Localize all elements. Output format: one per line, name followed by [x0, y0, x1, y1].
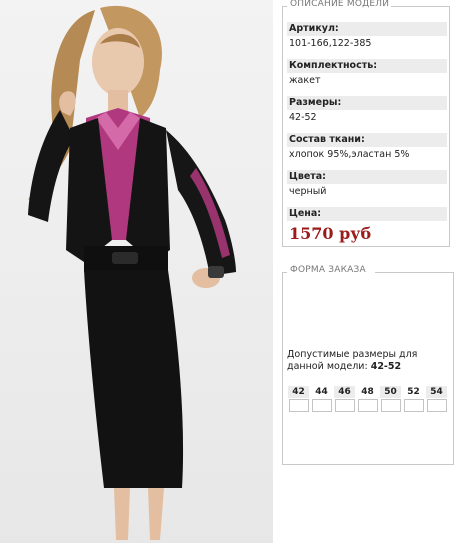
size-option-52: 52: [403, 386, 424, 412]
description-legend: ОПИСАНИЕ МОДЕЛИ: [288, 0, 392, 9]
size-quantity-input[interactable]: [288, 399, 309, 412]
field-sizes: Размеры: 42-52: [287, 96, 447, 126]
size-quantity-input[interactable]: [380, 399, 401, 412]
size-quantity-input[interactable]: [334, 399, 355, 412]
panel-border-top: [375, 272, 453, 273]
size-quantity-input[interactable]: [403, 399, 424, 412]
product-photo: [0, 0, 273, 543]
field-label: Артикул:: [287, 22, 447, 36]
size-quantity-input[interactable]: [426, 399, 447, 412]
order-form-panel: ФОРМА ЗАКАЗА Допустимые размеры для данн…: [282, 265, 454, 465]
allowed-sizes-text: Допустимые размеры для данной модели: 42…: [287, 349, 447, 373]
size-selector: 42 44 46 48 50 52 54: [288, 386, 447, 412]
size-number: 50: [380, 386, 401, 398]
size-number: 54: [426, 386, 447, 398]
size-quantity-input[interactable]: [357, 399, 378, 412]
size-number: 46: [334, 386, 355, 398]
size-number: 42: [288, 386, 309, 398]
panel-border-top: [283, 6, 287, 7]
description-panel: ОПИСАНИЕ МОДЕЛИ Артикул: 101-166,122-385…: [282, 0, 450, 247]
field-label: Цвета:: [287, 170, 447, 184]
size-number: 48: [357, 386, 378, 398]
price-label: Цена:: [287, 207, 447, 221]
panel-border-top: [283, 272, 287, 273]
field-colors: Цвета: черный: [287, 170, 447, 200]
field-label: Комплектность:: [287, 59, 447, 73]
size-option-50: 50: [380, 386, 401, 412]
field-value: черный: [289, 186, 327, 197]
size-option-46: 46: [334, 386, 355, 412]
field-label: Размеры:: [287, 96, 447, 110]
size-option-54: 54: [426, 386, 447, 412]
size-option-44: 44: [311, 386, 332, 412]
price-value: 1570 руб: [289, 224, 372, 243]
field-value: 42-52: [289, 112, 317, 123]
size-number: 44: [311, 386, 332, 398]
order-legend: ФОРМА ЗАКАЗА: [288, 265, 368, 275]
field-price: Цена: 1570 руб: [287, 207, 447, 246]
allowed-sizes-range: 42-52: [370, 361, 402, 372]
size-number: 52: [403, 386, 424, 398]
field-value: жакет: [289, 75, 321, 86]
field-completeness: Комплектность: жакет: [287, 59, 447, 89]
field-value: хлопок 95%,эластан 5%: [289, 149, 410, 160]
panel-border-top: [381, 6, 449, 7]
field-article: Артикул: 101-166,122-385: [287, 22, 447, 52]
field-value: 101-166,122-385: [289, 38, 372, 49]
size-option-42: 42: [288, 386, 309, 412]
field-fabric: Состав ткани: хлопок 95%,эластан 5%: [287, 133, 447, 163]
size-quantity-input[interactable]: [311, 399, 332, 412]
model-illustration: [28, 5, 236, 540]
size-option-48: 48: [357, 386, 378, 412]
field-label: Состав ткани:: [287, 133, 447, 147]
